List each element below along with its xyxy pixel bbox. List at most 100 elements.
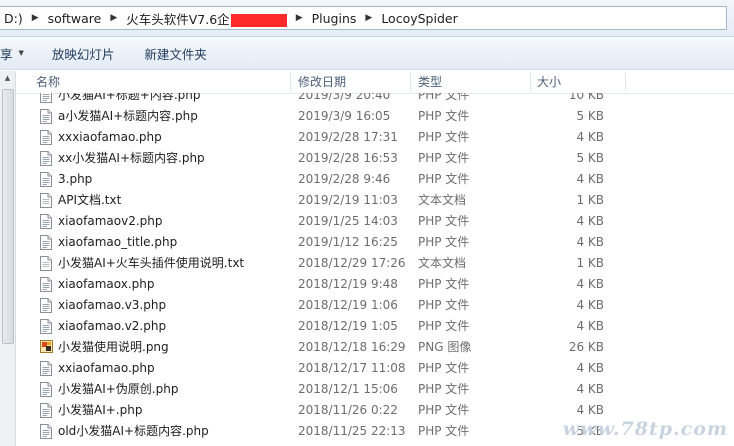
column-header-size[interactable]: 大小 — [537, 71, 561, 93]
chevron-right-icon[interactable]: ▶ — [105, 13, 122, 23]
php-file-icon — [40, 403, 52, 418]
vertical-scrollbar[interactable]: ▲ — [0, 71, 16, 446]
file-name: xx小发猫AI+标题内容.php — [58, 151, 205, 165]
file-row[interactable]: xiaofamao.v3.php 2018/12/19 1:06 PHP 文件 4 K… — [15, 295, 734, 316]
file-size: 4 KB — [576, 361, 604, 375]
file-type: 文本文档 — [418, 256, 467, 270]
share-button[interactable]: 享 ▼ — [0, 44, 24, 63]
file-size: 1 KB — [576, 256, 604, 270]
address-bar: D:) ▶ software ▶ 火车头软件V7.6企 ▶ Plugins ▶ … — [0, 0, 734, 37]
file-size: 4 KB — [576, 277, 604, 291]
column-divider[interactable] — [625, 73, 626, 91]
file-row[interactable]: xiaofamaov2.php 2019/1/25 14:03 PHP 文件 4 KB — [15, 211, 734, 232]
file-list: 小发猫AI+标题+内容.php 2019/3/9 20:40 PHP 文件 10 KB… — [15, 93, 734, 446]
column-header-date[interactable]: 修改日期 — [298, 71, 346, 93]
file-row[interactable]: xiaofamao.v2.php 2018/12/19 1:05 PHP 文件 4 K… — [15, 316, 734, 337]
file-row[interactable]: xx小发猫AI+标题内容.php 2019/2/28 16:53 PHP 文件 5 K… — [15, 148, 734, 169]
redaction-block — [230, 13, 287, 27]
php-file-icon — [40, 172, 52, 187]
new-folder-button[interactable]: 新建文件夹 — [144, 44, 207, 63]
file-name: xxiaofamao.php — [58, 361, 155, 375]
file-date: 2019/3/9 16:05 — [298, 109, 391, 123]
file-type: PHP 文件 — [418, 298, 470, 312]
php-file-icon — [40, 298, 52, 313]
file-row[interactable]: 小发猫AI+伪原创.php 2018/12/1 15:06 PHP 文件 4 KB — [15, 379, 734, 400]
php-file-icon — [40, 151, 52, 166]
file-row[interactable]: xxxiaofamao.php 2019/2/28 17:31 PHP 文件 4 KB — [15, 127, 734, 148]
file-name: xiaofamao.v3.php — [58, 298, 167, 312]
file-row[interactable]: a小发猫AI+标题内容.php 2019/3/9 16:05 PHP 文件 5 KB — [15, 106, 734, 127]
file-date: 2018/12/19 9:48 — [298, 277, 398, 291]
file-date: 2018/12/19 1:06 — [298, 298, 398, 312]
command-toolbar: 享 ▼ 放映幻灯片 新建文件夹 — [0, 37, 734, 70]
file-date: 2018/12/29 17:26 — [298, 256, 406, 270]
file-name: 小发猫AI+.php — [58, 403, 143, 417]
file-date: 2019/1/12 16:25 — [298, 235, 398, 249]
file-size: 4 KB — [576, 130, 604, 144]
file-size: 4 KB — [576, 172, 604, 186]
file-date: 2019/2/19 11:03 — [298, 193, 398, 207]
chevron-right-icon[interactable]: ▶ — [291, 13, 308, 23]
column-header-type[interactable]: 类型 — [418, 71, 442, 93]
file-date: 2018/11/25 22:13 — [298, 424, 406, 438]
file-name: xxxiaofamao.php — [58, 130, 162, 144]
crumb-plugins[interactable]: Plugins — [308, 11, 361, 26]
file-type: PHP 文件 — [418, 382, 470, 396]
php-file-icon — [40, 424, 52, 439]
file-type: PHP 文件 — [418, 361, 470, 375]
slideshow-button[interactable]: 放映幻灯片 — [52, 44, 115, 63]
crumb-locoyspider[interactable]: LocoySpider — [377, 11, 461, 26]
dropdown-arrow-icon: ▼ — [18, 49, 24, 57]
file-name: 小发猫AI+伪原创.php — [58, 382, 179, 396]
crumb-drive[interactable]: D:) — [0, 11, 27, 26]
file-name: 小发猫AI+火车头插件使用说明.txt — [58, 256, 245, 270]
file-size: 5 KB — [576, 109, 604, 123]
column-divider[interactable] — [530, 73, 531, 91]
crumb-software[interactable]: software — [44, 11, 106, 26]
column-divider[interactable] — [290, 73, 291, 91]
file-size: 4 KB — [576, 235, 604, 249]
php-file-icon — [40, 235, 52, 250]
file-name: a小发猫AI+标题内容.php — [58, 109, 198, 123]
file-row[interactable]: 3.php 2019/2/28 9:46 PHP 文件 4 KB — [15, 169, 734, 190]
file-type: PHP 文件 — [418, 214, 470, 228]
file-date: 2019/2/28 17:31 — [298, 130, 398, 144]
php-file-icon — [40, 93, 52, 103]
breadcrumb[interactable]: D:) ▶ software ▶ 火车头软件V7.6企 ▶ Plugins ▶ … — [0, 6, 727, 30]
file-date: 2018/12/19 1:05 — [298, 319, 398, 333]
php-file-icon — [40, 277, 52, 292]
file-type: PHP 文件 — [418, 151, 470, 165]
file-name: xiaofamao_title.php — [58, 235, 178, 249]
file-date: 2019/2/28 16:53 — [298, 151, 398, 165]
php-file-icon — [40, 382, 52, 397]
file-date: 2019/1/25 14:03 — [298, 214, 398, 228]
file-date: 2019/3/9 20:40 — [298, 93, 391, 102]
file-type: PHP 文件 — [418, 319, 470, 333]
file-row[interactable]: API文档.txt 2019/2/19 11:03 文本文档 1 KB — [15, 190, 734, 211]
file-size: 4 KB — [576, 382, 604, 396]
file-type: PNG 图像 — [418, 340, 472, 354]
file-name: API文档.txt — [58, 193, 122, 207]
file-date: 2018/12/1 15:06 — [298, 382, 398, 396]
file-date: 2018/12/17 11:08 — [298, 361, 406, 375]
file-type: PHP 文件 — [418, 172, 470, 186]
crumb-app-folder[interactable]: 火车头软件V7.6企 — [122, 9, 290, 28]
file-row[interactable]: xiaofamao_title.php 2019/1/12 16:25 PHP 文件… — [15, 232, 734, 253]
column-divider[interactable] — [410, 73, 411, 91]
file-size: 10 KB — [568, 93, 604, 102]
file-row[interactable]: 小发猫AI+火车头插件使用说明.txt 2018/12/29 17:26 文本文档 1… — [15, 253, 734, 274]
file-type: PHP 文件 — [418, 109, 470, 123]
chevron-right-icon[interactable]: ▶ — [27, 13, 44, 23]
file-size: 4 KB — [576, 214, 604, 228]
file-size: 26 KB — [568, 340, 604, 354]
scroll-up-arrow-icon[interactable]: ▲ — [0, 71, 15, 86]
column-header-name[interactable]: 名称 — [36, 71, 60, 93]
file-row[interactable]: xiaofamaox.php 2018/12/19 9:48 PHP 文件 4 KB — [15, 274, 734, 295]
file-date: 2018/11/26 0:22 — [298, 403, 398, 417]
file-row[interactable]: xxiaofamao.php 2018/12/17 11:08 PHP 文件 4 KB — [15, 358, 734, 379]
chevron-right-icon[interactable]: ▶ — [360, 13, 377, 23]
file-name: 小发猫AI+标题+内容.php — [58, 93, 201, 102]
file-row[interactable]: 小发猫使用说明.png 2018/12/18 16:29 PNG 图像 26 KB — [15, 337, 734, 358]
scrollbar-thumb[interactable] — [2, 89, 14, 344]
file-row[interactable]: 小发猫AI+标题+内容.php 2019/3/9 20:40 PHP 文件 10 KB — [15, 93, 734, 106]
